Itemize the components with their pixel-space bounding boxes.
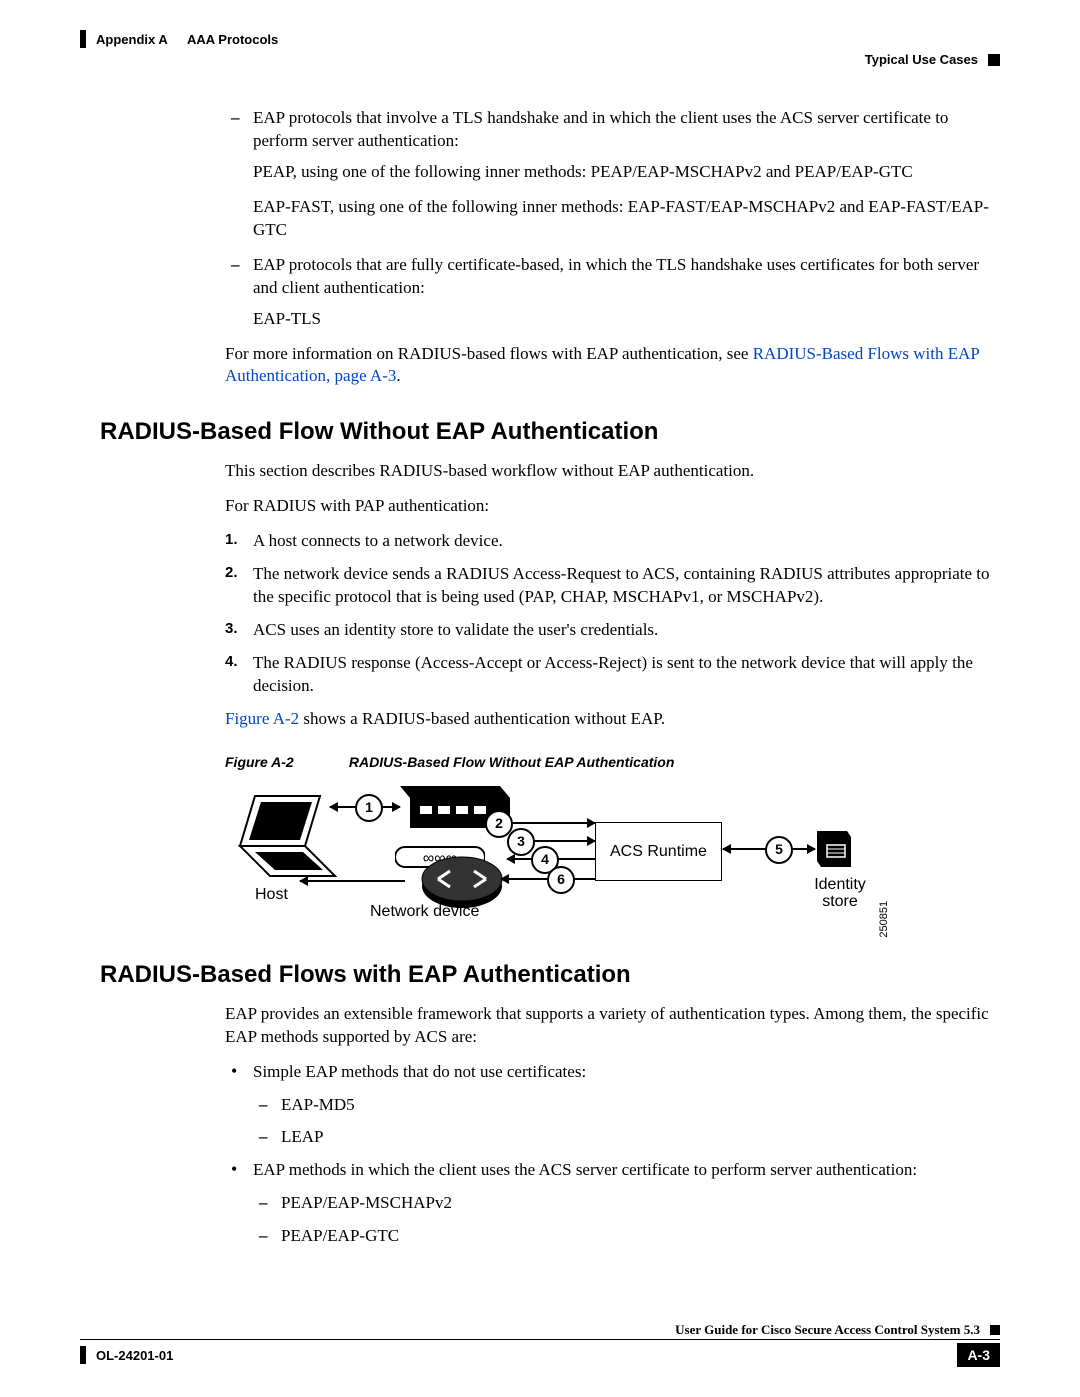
footer-guide-title: User Guide for Cisco Secure Access Contr… (675, 1322, 980, 1337)
figure-ref-post: shows a RADIUS-based authentication with… (299, 709, 665, 728)
step-circle-6-num: 6 (557, 870, 565, 889)
section1-p1: This section describes RADIUS-based work… (225, 460, 1000, 483)
step-circle-4-num: 4 (541, 850, 549, 869)
section1-heading: RADIUS-Based Flow Without EAP Authentica… (100, 418, 1000, 446)
header-square-icon (988, 54, 1000, 66)
bullet-1: Simple EAP methods that do not use certi… (253, 1061, 1000, 1150)
intro-dash-item-2: EAP protocols that are fully certificate… (253, 254, 1000, 331)
footer-square-icon (990, 1325, 1000, 1335)
section1-figref: Figure A-2 shows a RADIUS-based authenti… (225, 708, 1000, 731)
bullet-1-dash-2: LEAP (281, 1126, 1000, 1149)
intro-dash-item-1: EAP protocols that involve a TLS handsha… (253, 107, 1000, 242)
intro-dash1-text: EAP protocols that involve a TLS handsha… (253, 108, 948, 150)
header-section-row: Typical Use Cases (80, 52, 1000, 67)
acs-runtime-box: ACS Runtime (595, 822, 722, 882)
acs-runtime-label: ACS Runtime (610, 843, 707, 860)
intro-dash2-text: EAP protocols that are fully certificate… (253, 255, 979, 297)
footer-bar-icon (80, 1346, 86, 1364)
identity-store-l1: Identity (814, 876, 866, 893)
bullet-2-dash-2: PEAP/EAP-GTC (281, 1225, 1000, 1248)
bullet-1-text: Simple EAP methods that do not use certi… (253, 1062, 586, 1081)
arrow-host-net-6 (300, 880, 405, 882)
section2-bullet-list: Simple EAP methods that do not use certi… (225, 1061, 1000, 1249)
step-circle-3-num: 3 (517, 832, 525, 851)
step-2-text: The network device sends a RADIUS Access… (253, 564, 990, 606)
step-circle-5: 5 (765, 836, 793, 864)
step-circle-1: 1 (355, 794, 383, 822)
header-appendix-text: Appendix A AAA Protocols (96, 32, 278, 47)
footer-page-number: A-3 (957, 1343, 1000, 1367)
step-1: 1.A host connects to a network device. (253, 530, 1000, 553)
page-footer: User Guide for Cisco Secure Access Contr… (80, 1321, 1000, 1367)
step-circle-1-num: 1 (365, 798, 373, 817)
intro-dash1-p1: PEAP, using one of the following inner m… (253, 161, 1000, 184)
figure-ref-link[interactable]: Figure A-2 (225, 709, 299, 728)
footer-docnum: OL-24201-01 (96, 1348, 173, 1363)
intro-moreinfo: For more information on RADIUS-based flo… (225, 343, 1000, 389)
identity-store-label: Identity store (810, 876, 870, 911)
identity-store-l2: store (822, 893, 858, 910)
figure-title: RADIUS-Based Flow Without EAP Authentica… (349, 754, 675, 770)
intro-dash1-p2: EAP-FAST, using one of the following inn… (253, 196, 1000, 242)
intro-dash-list: EAP protocols that involve a TLS handsha… (225, 107, 1000, 331)
step-circle-2-num: 2 (495, 814, 503, 833)
intro-moreinfo-pre: For more information on RADIUS-based flo… (225, 344, 753, 363)
host-label: Host (255, 884, 288, 906)
bullet-2-text: EAP methods in which the client uses the… (253, 1160, 917, 1179)
step-3-text: ACS uses an identity store to validate t… (253, 620, 658, 639)
header-bar-icon (80, 30, 86, 48)
step-circle-6: 6 (547, 866, 575, 894)
section1-p2: For RADIUS with PAP authentication: (225, 495, 1000, 518)
step-1-text: A host connects to a network device. (253, 531, 503, 550)
figure-label: Figure A-2 (225, 753, 345, 772)
header-section-text: Typical Use Cases (865, 52, 978, 67)
bullet-1-dash-1: EAP-MD5 (281, 1094, 1000, 1117)
section2-p1: EAP provides an extensible framework tha… (225, 1003, 1000, 1049)
network-device-label: Network device (370, 901, 479, 923)
step-3: 3.ACS uses an identity store to validate… (253, 619, 1000, 642)
intro-dash2-p1: EAP-TLS (253, 308, 1000, 331)
figure-caption: Figure A-2 RADIUS-Based Flow Without EAP… (225, 753, 1000, 772)
step-2: 2.The network device sends a RADIUS Acce… (253, 563, 1000, 609)
header-appendix-row: Appendix A AAA Protocols (80, 30, 1000, 48)
arrow-net-acs-2 (501, 822, 595, 824)
figure-a2-diagram: Host ∞∞∞ (225, 786, 1000, 941)
diagram-id-code: 250851 (877, 901, 892, 938)
step-4: 4.The RADIUS response (Access-Accept or … (253, 652, 1000, 698)
section1-steps: 1.A host connects to a network device. 2… (225, 530, 1000, 698)
step-4-text: The RADIUS response (Access-Accept or Ac… (253, 653, 973, 695)
step-circle-5-num: 5 (775, 840, 783, 859)
identity-store-icon (817, 831, 855, 871)
host-laptop-icon (225, 786, 345, 886)
step-circle-3: 3 (507, 828, 535, 856)
bullet-2: EAP methods in which the client uses the… (253, 1159, 1000, 1248)
section2-heading: RADIUS-Based Flows with EAP Authenticati… (100, 961, 1000, 989)
bullet-2-dash-1: PEAP/EAP-MSCHAPv2 (281, 1192, 1000, 1215)
intro-moreinfo-post: . (396, 366, 400, 385)
